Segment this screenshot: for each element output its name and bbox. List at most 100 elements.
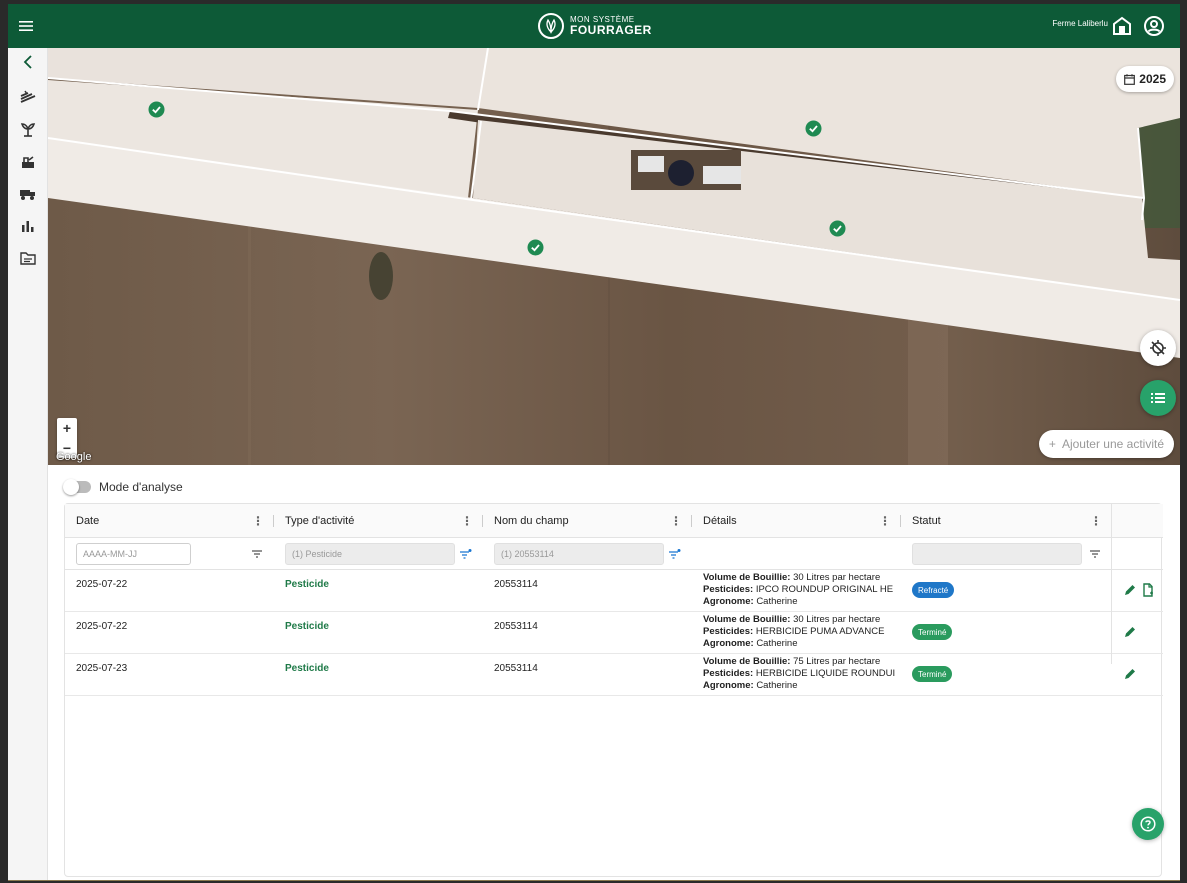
detail-label-pesticides: Pesticides: <box>703 584 754 595</box>
satellite-map[interactable]: 2025 + Ajouter une activité + − Google <box>48 48 1180 465</box>
row-field-name: 20553114 <box>494 663 538 674</box>
column-header-date[interactable]: Date <box>76 504 99 538</box>
rail-crops-icon[interactable] <box>18 119 38 139</box>
status-badge: Terminé <box>912 666 953 682</box>
map-fields-layer <box>48 48 1180 465</box>
rail-documents-icon[interactable] <box>18 248 38 268</box>
detail-label-agronome: Agronome: <box>703 596 754 607</box>
document-icon[interactable] <box>1141 583 1155 597</box>
rail-fields-icon[interactable] <box>18 87 38 107</box>
table-row[interactable]: 2025-07-22 Pesticide 20553114 Volume de … <box>65 570 1163 612</box>
rail-activities-icon[interactable] <box>18 152 38 172</box>
row-activity-type[interactable]: Pesticide <box>285 579 329 590</box>
table-row[interactable]: 2025-07-23 Pesticide 20553114 Volume de … <box>65 654 1163 696</box>
column-header-status[interactable]: Statut <box>912 504 941 538</box>
row-details: Volume de Bouillie: 75 Litres par hectar… <box>703 656 899 692</box>
row-activity-type[interactable]: Pesticide <box>285 621 329 632</box>
actions-column-divider <box>1111 504 1112 664</box>
detail-agronome: Catherine <box>756 596 798 607</box>
column-menu-icon[interactable]: ⋮ <box>878 512 892 530</box>
row-field-name: 20553114 <box>494 579 538 590</box>
column-menu-icon[interactable]: ⋮ <box>251 512 265 530</box>
filter-icon[interactable] <box>249 546 265 562</box>
activities-table: Date ⋮ Type d'activité ⋮ Nom du champ ⋮ … <box>64 503 1163 877</box>
detail-pesticides: HERBICIDE PUMA ADVANCE <box>755 626 885 637</box>
filter-active-icon[interactable] <box>458 546 474 562</box>
column-separator[interactable] <box>273 515 274 527</box>
rail-stats-icon[interactable] <box>18 216 38 236</box>
date-filter-input[interactable]: AAAA-MM-JJ <box>76 543 191 565</box>
filter-active-icon[interactable] <box>667 546 683 562</box>
add-activity-label: Ajouter une activité <box>1061 437 1164 451</box>
list-view-button[interactable] <box>1140 380 1176 416</box>
rail-machinery-icon[interactable] <box>18 184 38 204</box>
detail-agronome: Catherine <box>756 638 798 649</box>
barn-icon[interactable] <box>1110 14 1134 38</box>
status-filter-input[interactable] <box>912 543 1082 565</box>
column-header-details[interactable]: Détails <box>703 504 737 538</box>
detail-volume: 75 Litres par hectare <box>793 656 881 667</box>
help-button[interactable] <box>1132 808 1164 840</box>
row-activity-type[interactable]: Pesticide <box>285 663 329 674</box>
field-check-icon[interactable] <box>527 239 544 256</box>
window-bottom-edge <box>8 880 1180 881</box>
back-icon[interactable] <box>18 52 38 72</box>
detail-label-volume: Volume de Bouillie: <box>703 572 791 583</box>
plus-icon: + <box>1048 437 1056 451</box>
column-menu-icon[interactable]: ⋮ <box>1089 512 1103 530</box>
column-header-field[interactable]: Nom du champ <box>494 504 569 538</box>
analysis-switch[interactable] <box>63 479 91 495</box>
status-badge: Refracté <box>912 582 955 598</box>
detail-pesticides: IPCO ROUNDUP ORIGINAL HE <box>755 584 894 595</box>
field-check-icon[interactable] <box>805 120 822 137</box>
side-rail <box>8 48 48 881</box>
row-date: 2025-07-22 <box>76 579 128 590</box>
field-filter-input[interactable]: (1) 20553114 <box>494 543 664 565</box>
column-menu-icon[interactable]: ⋮ <box>460 512 474 530</box>
detail-label-volume: Volume de Bouillie: <box>703 656 791 667</box>
detail-volume: 30 Litres par hectare <box>793 614 881 625</box>
logo-big-text: FOURRAGER <box>570 23 652 37</box>
column-header-type[interactable]: Type d'activité <box>285 504 354 538</box>
detail-label-agronome: Agronome: <box>703 638 754 649</box>
analysis-mode-toggle[interactable]: Mode d'analyse <box>63 479 183 495</box>
farm-name[interactable]: Ferme Laliberlu <box>1052 19 1108 28</box>
row-details: Volume de Bouillie: 30 Litres par hectar… <box>703 572 899 608</box>
table-row[interactable]: 2025-07-22 Pesticide 20553114 Volume de … <box>65 612 1163 654</box>
field-check-icon[interactable] <box>148 101 165 118</box>
edit-icon[interactable] <box>1123 625 1137 639</box>
column-separator[interactable] <box>482 515 483 527</box>
row-details: Volume de Bouillie: 30 Litres par hectar… <box>703 614 899 650</box>
filter-icon[interactable] <box>1087 546 1103 562</box>
filter-row: AAAA-MM-JJ (1) Pesticide (1) 20553114 <box>65 538 1163 570</box>
logo-leaf-icon <box>538 13 564 39</box>
field-check-icon[interactable] <box>829 220 846 237</box>
year-selector[interactable]: 2025 <box>1116 66 1174 92</box>
type-filter-input[interactable]: (1) Pesticide <box>285 543 455 565</box>
analysis-label: Mode d'analyse <box>99 480 183 494</box>
detail-label-agronome: Agronome: <box>703 680 754 691</box>
column-separator[interactable] <box>691 515 692 527</box>
app-frame: MON SYSTÈME FOURRAGER Ferme Laliberlu 20… <box>8 4 1180 881</box>
top-bar: MON SYSTÈME FOURRAGER Ferme Laliberlu <box>8 4 1180 48</box>
app-logo[interactable]: MON SYSTÈME FOURRAGER <box>538 13 652 39</box>
locate-button[interactable] <box>1140 330 1176 366</box>
calendar-icon <box>1124 73 1136 85</box>
map-attribution: Google <box>56 451 92 463</box>
detail-label-pesticides: Pesticides: <box>703 626 754 637</box>
zoom-in-button[interactable]: + <box>57 418 77 438</box>
account-icon[interactable] <box>1142 14 1166 38</box>
menu-icon[interactable] <box>14 14 38 38</box>
detail-label-pesticides: Pesticides: <box>703 668 754 679</box>
column-menu-icon[interactable]: ⋮ <box>669 512 683 530</box>
edit-icon[interactable] <box>1123 583 1137 597</box>
help-icon <box>1140 816 1156 832</box>
list-icon <box>1151 393 1165 403</box>
add-activity-button[interactable]: + Ajouter une activité <box>1038 430 1174 458</box>
edit-icon[interactable] <box>1123 667 1137 681</box>
row-field-name: 20553114 <box>494 621 538 632</box>
row-date: 2025-07-23 <box>76 663 128 674</box>
detail-volume: 30 Litres par hectare <box>793 572 881 583</box>
detail-pesticides: HERBICIDE LIQUIDE ROUNDUI <box>755 668 896 679</box>
column-separator[interactable] <box>900 515 901 527</box>
